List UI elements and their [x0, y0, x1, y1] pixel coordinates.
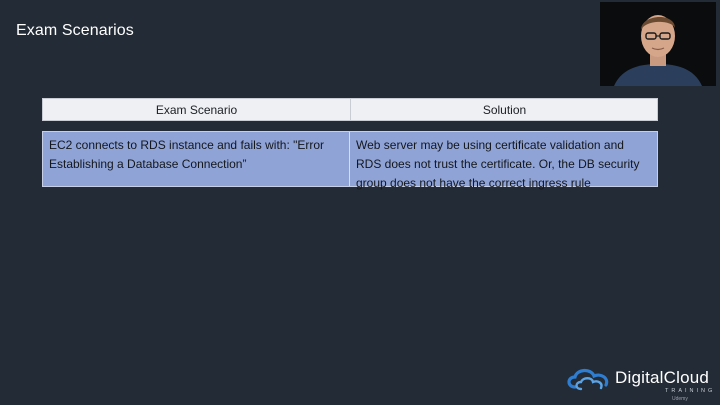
- solution-cell: Web server may be using certificate vali…: [356, 138, 640, 190]
- logo-text: DigitalCloud: [615, 368, 710, 387]
- presenter-video-icon: [600, 2, 716, 86]
- digitalcloud-logo: DigitalCloud TRAINING Udemy: [565, 363, 715, 403]
- header-solution: Solution: [482, 102, 527, 117]
- header-exam-scenario: Exam Scenario: [43, 99, 351, 120]
- cloud-logo-icon: [567, 368, 609, 391]
- table-header-row: Exam Scenario Solution: [42, 98, 658, 121]
- slide-title: Exam Scenarios: [16, 22, 134, 39]
- presenter-webcam: [600, 2, 716, 86]
- logo-subtext: TRAINING: [665, 388, 716, 394]
- udemy-watermark: Udemy: [672, 396, 688, 402]
- scenario-cell: EC2 connects to RDS instance and fails w…: [43, 132, 350, 186]
- slide: Exam Scenarios Exam Scenario Solution EC…: [0, 0, 720, 405]
- table-row: EC2 connects to RDS instance and fails w…: [42, 131, 658, 190]
